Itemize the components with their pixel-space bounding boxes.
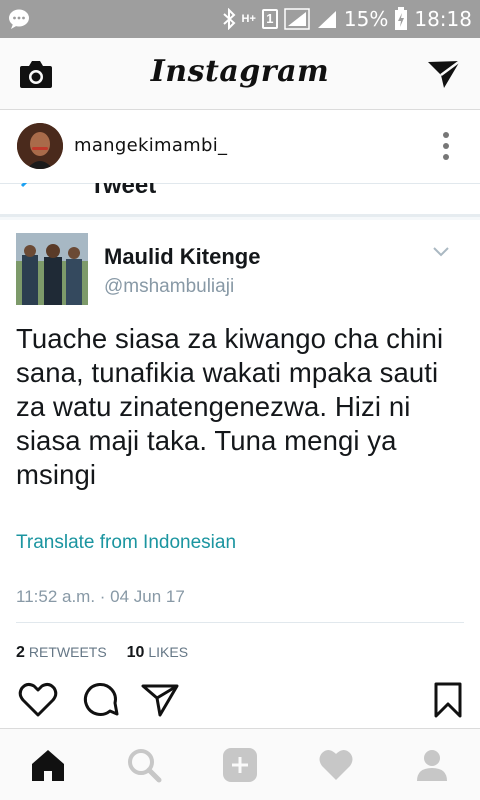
signal-icon-2 — [317, 11, 336, 28]
battery-percent: 15% — [343, 7, 389, 31]
post-actions — [0, 670, 480, 730]
likes-count: 10 — [126, 644, 145, 661]
like-heart-icon[interactable] — [18, 682, 58, 718]
direct-send-icon[interactable] — [426, 58, 462, 90]
app-header: Instagram — [0, 38, 480, 110]
chevron-down-icon — [433, 247, 449, 257]
home-icon[interactable] — [30, 747, 66, 783]
bottom-tab-bar — [0, 728, 480, 800]
divider — [16, 622, 464, 623]
profile-icon[interactable] — [414, 747, 450, 783]
activity-heart-icon[interactable] — [318, 747, 354, 783]
translate-link: Translate from Indonesian — [16, 532, 237, 553]
sim-indicator: 1 — [261, 9, 278, 29]
clock: 18:18 — [414, 7, 472, 31]
retweets-stat: 2 RETWEETS — [16, 644, 107, 661]
tweet-cropped-title: Tweet — [90, 183, 157, 199]
tweet-text: Tuache siasa za kiwango cha chini sana, … — [16, 323, 444, 490]
tweet-author-name: Maulid Kitenge — [104, 244, 261, 269]
bookmark-icon[interactable] — [428, 682, 468, 718]
likes-stat: 10 LIKES — [126, 644, 189, 661]
instagram-logo: Instagram — [150, 54, 330, 89]
tweet-card: Maulid Kitenge @mshambuliaji Tuache sias… — [0, 220, 480, 725]
post-username[interactable]: mangekimambi_ — [74, 135, 227, 156]
tweet-stats: 2 RETWEETS 10 LIKES — [16, 644, 204, 662]
status-bar: H+ 1 15% 18:18 — [0, 0, 480, 38]
tweet-avatar — [16, 233, 88, 305]
avatar[interactable] — [17, 123, 63, 169]
retweets-label: RETWEETS — [28, 644, 107, 660]
tweet-author-handle: @mshambuliaji — [104, 276, 235, 297]
bluetooth-icon — [222, 8, 235, 30]
add-post-icon[interactable] — [222, 747, 258, 783]
share-send-icon[interactable] — [140, 682, 180, 718]
network-type: H+ — [241, 12, 256, 25]
signal-icon — [284, 8, 310, 30]
retweets-count: 2 — [16, 644, 25, 661]
tweet-cropped-header: Tweet — [0, 183, 480, 217]
post-header: mangekimambi_ — [0, 111, 480, 183]
tweet-timestamp: 11:52 a.m. · 04 Jun 17 — [16, 587, 185, 606]
back-arrow-icon — [20, 183, 28, 188]
chat-bubble-icon — [9, 9, 29, 29]
likes-label: LIKES — [148, 644, 189, 660]
post-image[interactable]: Tweet Maulid Kitenge @mshambuliaji Tuach… — [0, 183, 480, 725]
comment-icon[interactable] — [80, 682, 120, 718]
more-options-icon[interactable] — [442, 131, 450, 161]
search-icon[interactable] — [126, 747, 162, 783]
battery-charging-icon — [395, 7, 408, 30]
